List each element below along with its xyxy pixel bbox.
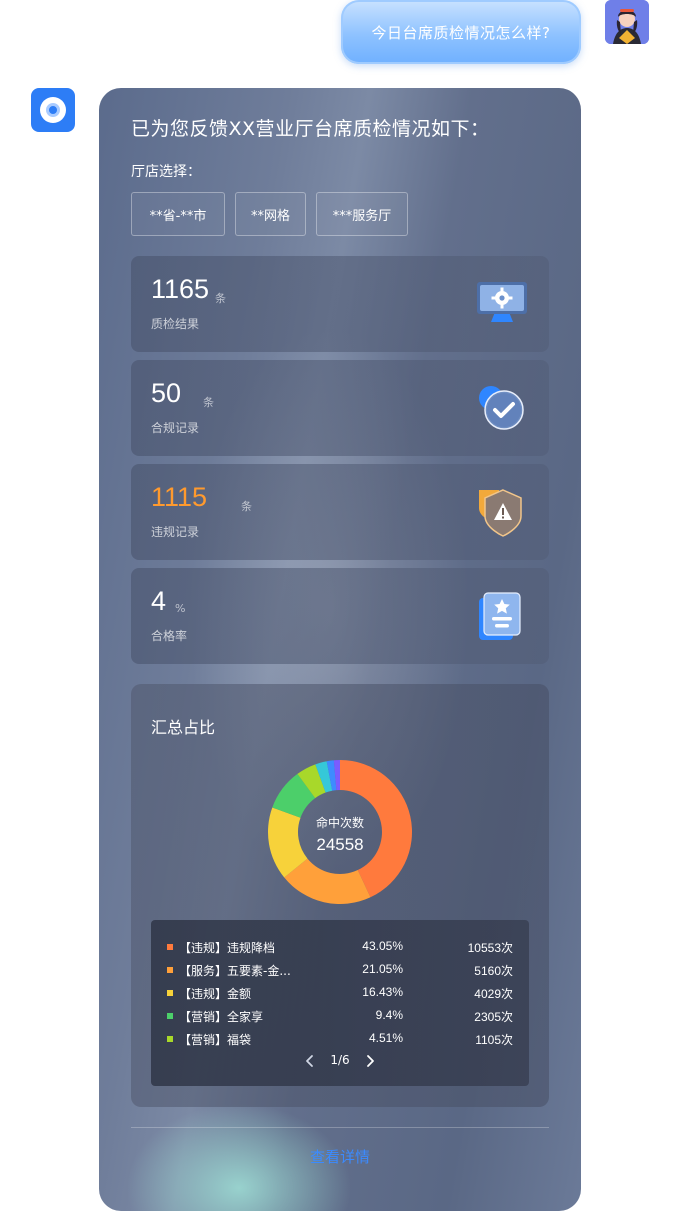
stat-value: 50 [151,378,182,408]
legend-percent: 9.4% [375,1008,403,1022]
stat-label: 合格率 [151,629,188,643]
legend-table: 【违规】违规降档 43.05% 10553次 【服务】五要素-金... 21.0… [151,920,529,1086]
legend-percent: 21.05% [362,962,403,976]
legend-row[interactable]: 【服务】五要素-金... 21.05% 5160次 [167,962,515,980]
page-indicator: 1/6 [330,1053,350,1067]
stat-value: 1165 [151,274,210,304]
reply-card: 已为您反馈XX营业厅台席质检情况如下： 厅店选择： **省-**市 **网格 *… [99,88,581,1211]
legend-count: 2305次 [474,1010,513,1024]
stat-unit: % [175,602,186,615]
legend-name: 【营销】全家享 [179,1010,264,1024]
chip-province-city[interactable]: **省-**市 [131,192,225,236]
view-details-link[interactable]: 查看详情 [99,1146,581,1167]
stat-label: 违规记录 [151,525,200,539]
legend-row[interactable]: 【营销】全家享 9.4% 2305次 [167,1008,515,1026]
stat-card-violation-records[interactable]: 1115 条 违规记录 [131,464,549,560]
chip-service-hall[interactable]: ***服务厅 [316,192,408,236]
stat-value: 4 [151,586,167,616]
star-card-icon [479,592,521,640]
legend-name: 【违规】违规降档 [179,941,276,955]
legend-swatch [167,990,173,996]
donut-chart [268,760,412,904]
legend-percent: 4.51% [368,1031,403,1045]
chevron-left-icon[interactable] [301,1052,319,1070]
legend-percent: 16.43% [362,985,403,999]
reply-title: 已为您反馈XX营业厅台席质检情况如下： [131,118,490,140]
stat-card-pass-rate[interactable]: 4 % 合格率 [131,568,549,664]
user-avatar-image [605,0,649,44]
pagination: 1/6 [151,1052,529,1070]
legend-row[interactable]: 【违规】金额 16.43% 4029次 [167,985,515,1003]
monitor-gear-icon [477,282,527,322]
legend-count: 5160次 [474,964,513,978]
summary-title: 汇总占比 [151,718,216,737]
legend-count: 10553次 [467,941,513,955]
legend-row[interactable]: 【违规】违规降档 43.05% 10553次 [167,939,515,957]
stat-label: 合规记录 [151,421,200,435]
legend-swatch [167,967,173,973]
legend-name: 【违规】金额 [179,987,252,1001]
check-badge-icon [479,386,524,430]
divider [131,1127,549,1128]
legend-count: 4029次 [474,987,513,1001]
donut-center-value: 24558 [316,835,364,854]
legend-swatch [167,944,173,950]
stat-unit: 条 [203,396,214,409]
legend-percent: 43.05% [362,939,403,953]
stat-label: 质检结果 [151,317,200,331]
legend-swatch [167,1013,173,1019]
donut-center-label: 命中次数 [315,816,364,830]
legend-name: 【营销】福袋 [179,1033,252,1047]
stat-card-inspection-results[interactable]: 1165 条 质检结果 [131,256,549,352]
stat-card-compliant-records[interactable]: 50 条 合规记录 [131,360,549,456]
legend-swatch [167,1036,173,1042]
assistant-logo-icon [40,97,66,123]
stat-value: 1115 [151,482,208,512]
assistant-avatar [31,88,75,132]
chip-grid[interactable]: **网格 [235,192,306,236]
stat-unit: 条 [241,500,252,513]
store-select-label: 厅店选择： [131,164,201,180]
user-avatar [605,0,649,44]
chevron-right-icon[interactable] [361,1052,379,1070]
chat-view: 今日台席质检情况怎么样? 已为您反馈XX营业厅台席质检情况如下： 厅店选择： *… [0,0,679,1211]
user-message-bubble: 今日台席质检情况怎么样? [341,0,581,64]
legend-count: 1105次 [475,1033,513,1047]
summary-panel: 汇总占比 命中次数 24558 【违规】违规降档 43.05% 10553次 【… [131,684,549,1107]
stat-unit: 条 [215,292,226,305]
legend-name: 【服务】五要素-金... [179,964,291,978]
legend-row[interactable]: 【营销】福袋 4.51% 1105次 [167,1031,515,1049]
warning-shield-icon [479,489,522,537]
